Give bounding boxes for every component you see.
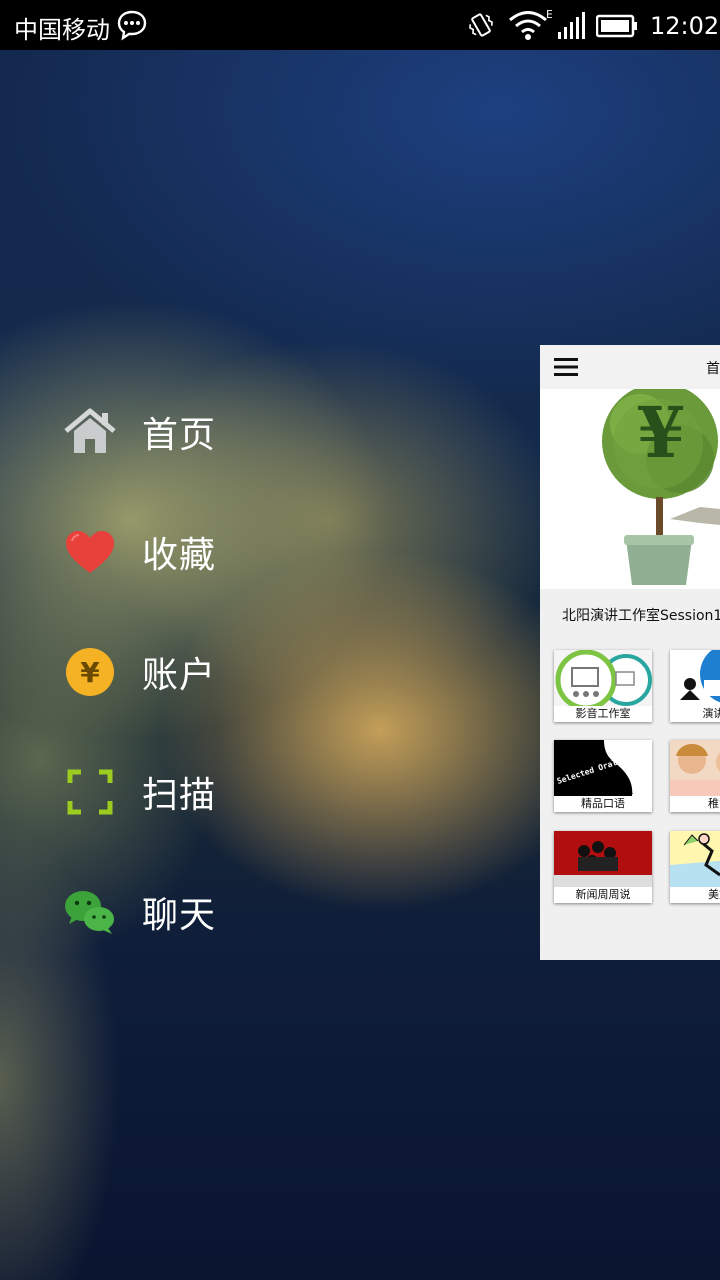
menu-item-account[interactable]: ¥ 账户 — [60, 632, 320, 712]
network-type-label: E — [546, 8, 552, 21]
tile-oral-english[interactable]: Selected Oral English ... 精品口语 — [554, 740, 652, 812]
preview-toolbar: 首 — [540, 345, 720, 389]
yuan-coin-icon: ¥ — [60, 642, 120, 702]
scan-icon — [60, 762, 120, 822]
message-icon — [117, 10, 147, 41]
menu-label-favorites: 收藏 — [142, 535, 217, 576]
banner-yuan-symbol: ¥ — [637, 391, 686, 474]
tile-label: 演讲工 — [702, 707, 720, 720]
menu-item-favorites[interactable]: 收藏 — [60, 512, 320, 592]
preview-title: 首 — [706, 361, 720, 377]
tile-label: 稚慧 — [708, 797, 720, 810]
home-icon — [60, 402, 120, 462]
tile-image — [670, 650, 720, 706]
tile-wisdom[interactable]: 稚慧 — [670, 740, 720, 812]
menu-item-home[interactable]: 首页 — [60, 392, 320, 472]
vibrate-icon — [469, 13, 493, 37]
clock: 12:02 — [650, 12, 720, 40]
menu-item-scan[interactable]: 扫描 — [60, 752, 320, 832]
tile-label: 新闻周周说 — [575, 888, 631, 901]
tile-video-studio[interactable]: 影音工作室 — [554, 650, 652, 722]
main-content-preview[interactable]: 首 ¥ 北阳演讲工作室Session1 影音工作室 演讲 Selected Or… — [540, 345, 720, 960]
tile-label: 影音工作室 — [575, 707, 631, 720]
tile-image-badge: ... — [628, 789, 634, 796]
tile-label: 美文 — [708, 888, 720, 901]
battery-icon — [596, 14, 637, 38]
tile-image: Selected Oral English ... — [554, 740, 652, 796]
svg-text:¥: ¥ — [80, 656, 100, 689]
menu-item-chat[interactable]: 聊天 — [60, 872, 320, 952]
banner-image[interactable]: ¥ — [540, 389, 720, 589]
status-bar: 中国移动 E 12:02 — [0, 0, 720, 50]
menu-label-scan: 扫描 — [142, 775, 217, 816]
tile-image — [554, 831, 652, 887]
tile-image — [670, 831, 720, 887]
menu-label-account: 账户 — [142, 655, 217, 696]
wifi-icon: E — [509, 8, 552, 40]
tile-label: 精品口语 — [581, 797, 625, 810]
tile-weekly-news[interactable]: 新闻周周说 — [554, 831, 652, 903]
wechat-icon — [60, 882, 120, 942]
signal-icon — [558, 12, 585, 39]
hamburger-menu-icon[interactable] — [554, 357, 578, 377]
tile-image — [554, 650, 652, 706]
carrier-name: 中国移动 — [14, 16, 110, 44]
tile-essays[interactable]: 美文 — [670, 831, 720, 903]
tile-image — [670, 740, 720, 796]
menu-label-chat: 聊天 — [142, 895, 217, 936]
tile-speech-studio[interactable]: 演讲工 — [670, 650, 720, 722]
heart-icon — [60, 522, 120, 582]
menu-label-home: 首页 — [142, 415, 217, 456]
banner-caption: 北阳演讲工作室Session1 — [562, 608, 720, 624]
